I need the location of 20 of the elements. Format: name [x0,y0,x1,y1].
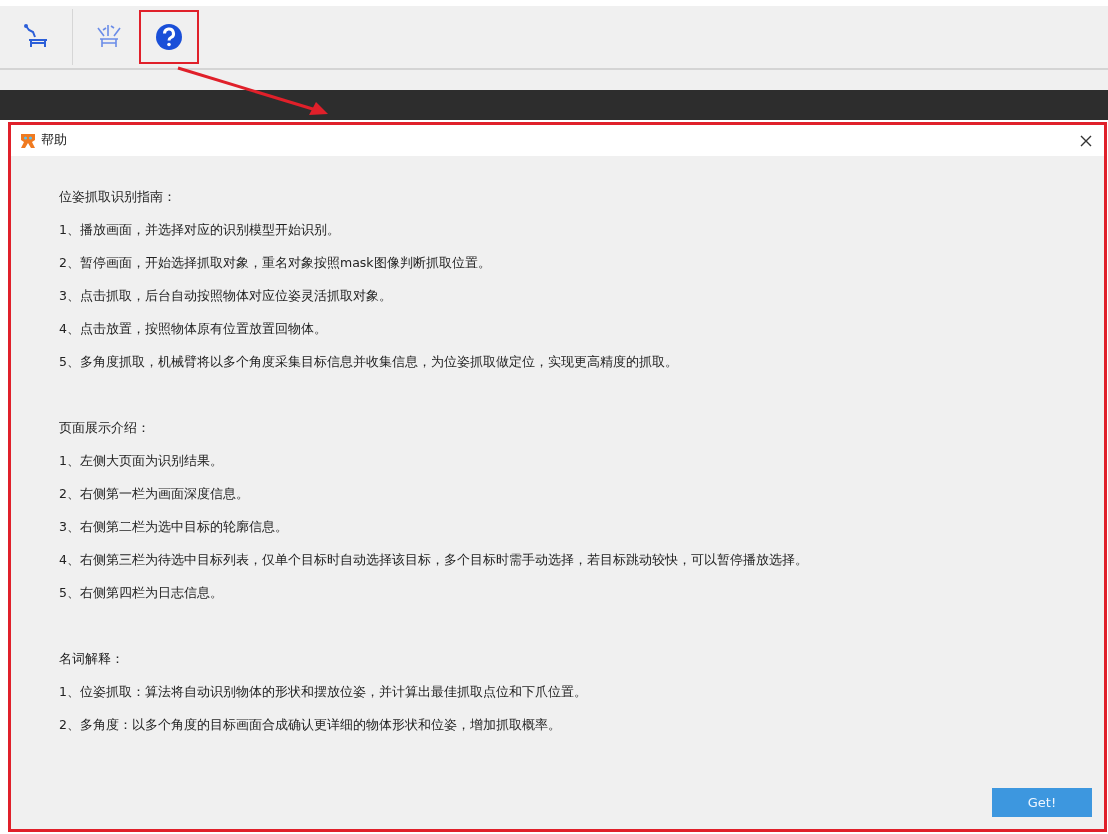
instruction-line: 3、右侧第二栏为选中目标的轮廓信息。 [59,518,289,536]
section-heading: 页面展示介绍： [59,419,151,437]
instruction-line: 2、右侧第一栏为画面深度信息。 [59,485,250,503]
get-button[interactable]: Get! [992,788,1092,817]
instruction-line: 5、多角度抓取，机械臂将以多个角度采集目标信息并收集信息，为位姿抓取做定位，实现更高精度的抓取。 [59,353,679,371]
section-heading: 位姿抓取识别指南： [59,188,177,206]
section-heading: 名词解释： [59,650,125,668]
instruction-line: 5、右侧第四栏为日志信息。 [59,584,224,602]
instruction-line: 3、点击抓取，后台自动按照物体对应位姿灵活抓取对象。 [59,287,393,305]
dialog-title: 帮助 [41,131,67,150]
help-icon [154,22,184,52]
logo-icon [19,131,37,150]
instruction-line: 4、右侧第三栏为待选中目标列表，仅单个目标时自动选择该目标，多个目标时需手动选择，若目标跳动较快，可以暂停播放选择。 [59,551,809,569]
instruction-line: 2、多角度：以多个角度的目标画面合成确认更详细的物体形状和位姿，增加抓取概率。 [59,716,562,734]
close-icon [1080,134,1092,147]
instruction-line: 4、点击放置，按照物体原有位置放置回物体。 [59,320,328,338]
instruction-line: 2、暂停画面，开始选择抓取对象，重名对象按照mask图像判断抓取位置。 [59,254,492,272]
instruction-line: 1、左侧大页面为识别结果。 [59,452,224,470]
instruction-line: 1、位姿抓取：算法将自动识别物体的形状和摆放位姿，并计算出最佳抓取点位和下爪位置。 [59,683,588,701]
instruction-line: 1、播放画面，并选择对应的识别模型开始识别。 [59,221,341,239]
